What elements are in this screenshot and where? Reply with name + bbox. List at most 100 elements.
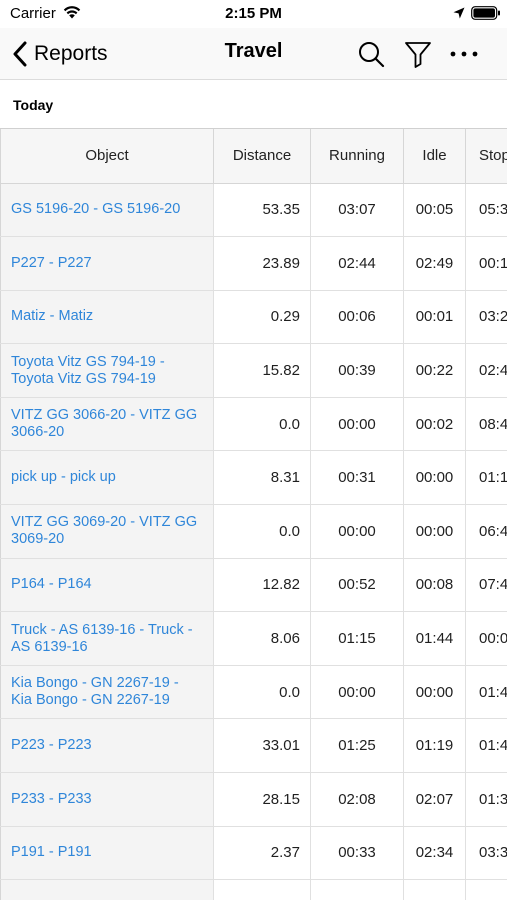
object-link[interactable]: pick up - pick up (0, 450, 214, 506)
distance-cell: 0.29 (213, 290, 311, 345)
idle-cell: 00:00 (403, 665, 466, 720)
idle-cell: 00:00 (403, 450, 466, 506)
table-row: GS 5196-20 - GS 5196-20 53.35 03:07 00:0… (0, 183, 507, 238)
object-link[interactable]: P227 - P227 (0, 236, 214, 291)
running-cell: 02:44 (310, 236, 404, 291)
table-row: Toyota Vitz GS 794-19 - Toyota Vitz GS 7… (0, 343, 507, 398)
object-link[interactable]: P191 - P191 (0, 826, 214, 881)
distance-cell: 23.89 (213, 236, 311, 291)
column-header-object[interactable]: Object (0, 129, 214, 184)
object-link[interactable]: Toyota Vitz GS 794-19 - Toyota Vitz GS 7… (0, 343, 214, 398)
filter-icon[interactable] (403, 39, 433, 69)
navigation-bar: Reports Travel (0, 28, 507, 80)
running-cell (310, 879, 404, 900)
table-row: P233 - P233 28.15 02:08 02:07 01:3 (0, 772, 507, 827)
idle-cell: 01:44 (403, 611, 466, 666)
table-row: pick up - pick up 8.31 00:31 00:00 01:1 (0, 450, 507, 506)
idle-cell: 02:07 (403, 772, 466, 827)
idle-cell: 00:05 (403, 183, 466, 238)
object-link[interactable]: Matiz - Matiz (0, 290, 214, 345)
stop-cell (465, 879, 507, 900)
object-link[interactable]: P164 - P164 (0, 558, 214, 613)
running-cell: 00:00 (310, 397, 404, 452)
table-row: VITZ GG 3066-20 - VITZ GG 3066-20 0.0 00… (0, 397, 507, 452)
running-cell: 03:07 (310, 183, 404, 238)
search-icon[interactable] (356, 39, 386, 69)
stop-cell: 01:1 (465, 450, 507, 506)
idle-cell: 02:49 (403, 236, 466, 291)
distance-cell (213, 879, 311, 900)
stop-cell: 05:3 (465, 183, 507, 238)
stop-cell: 08:4 (465, 397, 507, 452)
location-arrow-icon (453, 7, 465, 19)
distance-cell: 33.01 (213, 718, 311, 774)
table-header-row: Object Distance Running Idle Stop (0, 129, 507, 184)
section-header: Today (0, 80, 507, 129)
stop-cell: 02:4 (465, 343, 507, 398)
idle-cell: 02:34 (403, 826, 466, 881)
object-link[interactable] (0, 879, 214, 900)
stop-cell: 03:3 (465, 826, 507, 881)
running-cell: 00:33 (310, 826, 404, 881)
table-row: P223 - P223 33.01 01:25 01:19 01:4 (0, 718, 507, 774)
distance-cell: 53.35 (213, 183, 311, 238)
distance-cell: 2.37 (213, 826, 311, 881)
distance-cell: 8.06 (213, 611, 311, 666)
idle-cell: 00:08 (403, 558, 466, 613)
distance-cell: 0.0 (213, 504, 311, 559)
column-header-stop[interactable]: Stop (465, 129, 507, 184)
object-link[interactable]: VITZ GG 3066-20 - VITZ GG 3066-20 (0, 397, 214, 452)
distance-cell: 28.15 (213, 772, 311, 827)
idle-cell: 00:01 (403, 290, 466, 345)
more-icon[interactable] (449, 39, 479, 69)
distance-cell: 12.82 (213, 558, 311, 613)
stop-cell: 06:4 (465, 504, 507, 559)
table-row (0, 879, 507, 900)
report-table: Object Distance Running Idle Stop GS 519… (0, 129, 507, 900)
stop-cell: 01:4 (465, 665, 507, 720)
table-row: Truck - AS 6139-16 - Truck - AS 6139-16 … (0, 611, 507, 666)
object-link[interactable]: GS 5196-20 - GS 5196-20 (0, 183, 214, 238)
report-table-container[interactable]: Object Distance Running Idle Stop GS 519… (0, 129, 507, 900)
status-bar: Carrier 2:15 PM (0, 0, 507, 28)
column-header-idle[interactable]: Idle (403, 129, 466, 184)
idle-cell: 00:00 (403, 504, 466, 559)
idle-cell: 00:22 (403, 343, 466, 398)
object-link[interactable]: Kia Bongo - GN 2267-19 - Kia Bongo - GN … (0, 665, 214, 720)
table-row: Matiz - Matiz 0.29 00:06 00:01 03:2 (0, 290, 507, 345)
object-link[interactable]: VITZ GG 3069-20 - VITZ GG 3069-20 (0, 504, 214, 559)
running-cell: 01:25 (310, 718, 404, 774)
table-row: P191 - P191 2.37 00:33 02:34 03:3 (0, 826, 507, 881)
idle-cell: 01:19 (403, 718, 466, 774)
running-cell: 00:06 (310, 290, 404, 345)
distance-cell: 0.0 (213, 665, 311, 720)
distance-cell: 0.0 (213, 397, 311, 452)
column-header-distance[interactable]: Distance (213, 129, 311, 184)
section-label-today: Today (13, 97, 54, 113)
distance-cell: 8.31 (213, 450, 311, 506)
stop-cell: 01:4 (465, 718, 507, 774)
running-cell: 00:00 (310, 504, 404, 559)
table-row: P164 - P164 12.82 00:52 00:08 07:4 (0, 558, 507, 613)
stop-cell: 07:4 (465, 558, 507, 613)
clock: 2:15 PM (225, 5, 282, 22)
running-cell: 02:08 (310, 772, 404, 827)
column-header-running[interactable]: Running (310, 129, 404, 184)
object-link[interactable]: P233 - P233 (0, 772, 214, 827)
stop-cell: 03:2 (465, 290, 507, 345)
running-cell: 00:52 (310, 558, 404, 613)
running-cell: 00:00 (310, 665, 404, 720)
object-link[interactable]: P223 - P223 (0, 718, 214, 774)
object-link[interactable]: Truck - AS 6139-16 - Truck - AS 6139-16 (0, 611, 214, 666)
table-row: VITZ GG 3069-20 - VITZ GG 3069-20 0.0 00… (0, 504, 507, 559)
distance-cell: 15.82 (213, 343, 311, 398)
table-row: P227 - P227 23.89 02:44 02:49 00:1 (0, 236, 507, 291)
table-row: Kia Bongo - GN 2267-19 - Kia Bongo - GN … (0, 665, 507, 720)
running-cell: 01:15 (310, 611, 404, 666)
running-cell: 00:31 (310, 450, 404, 506)
stop-cell: 00:0 (465, 611, 507, 666)
idle-cell: 00:02 (403, 397, 466, 452)
stop-cell: 00:1 (465, 236, 507, 291)
idle-cell (403, 879, 466, 900)
battery-icon (471, 6, 500, 20)
